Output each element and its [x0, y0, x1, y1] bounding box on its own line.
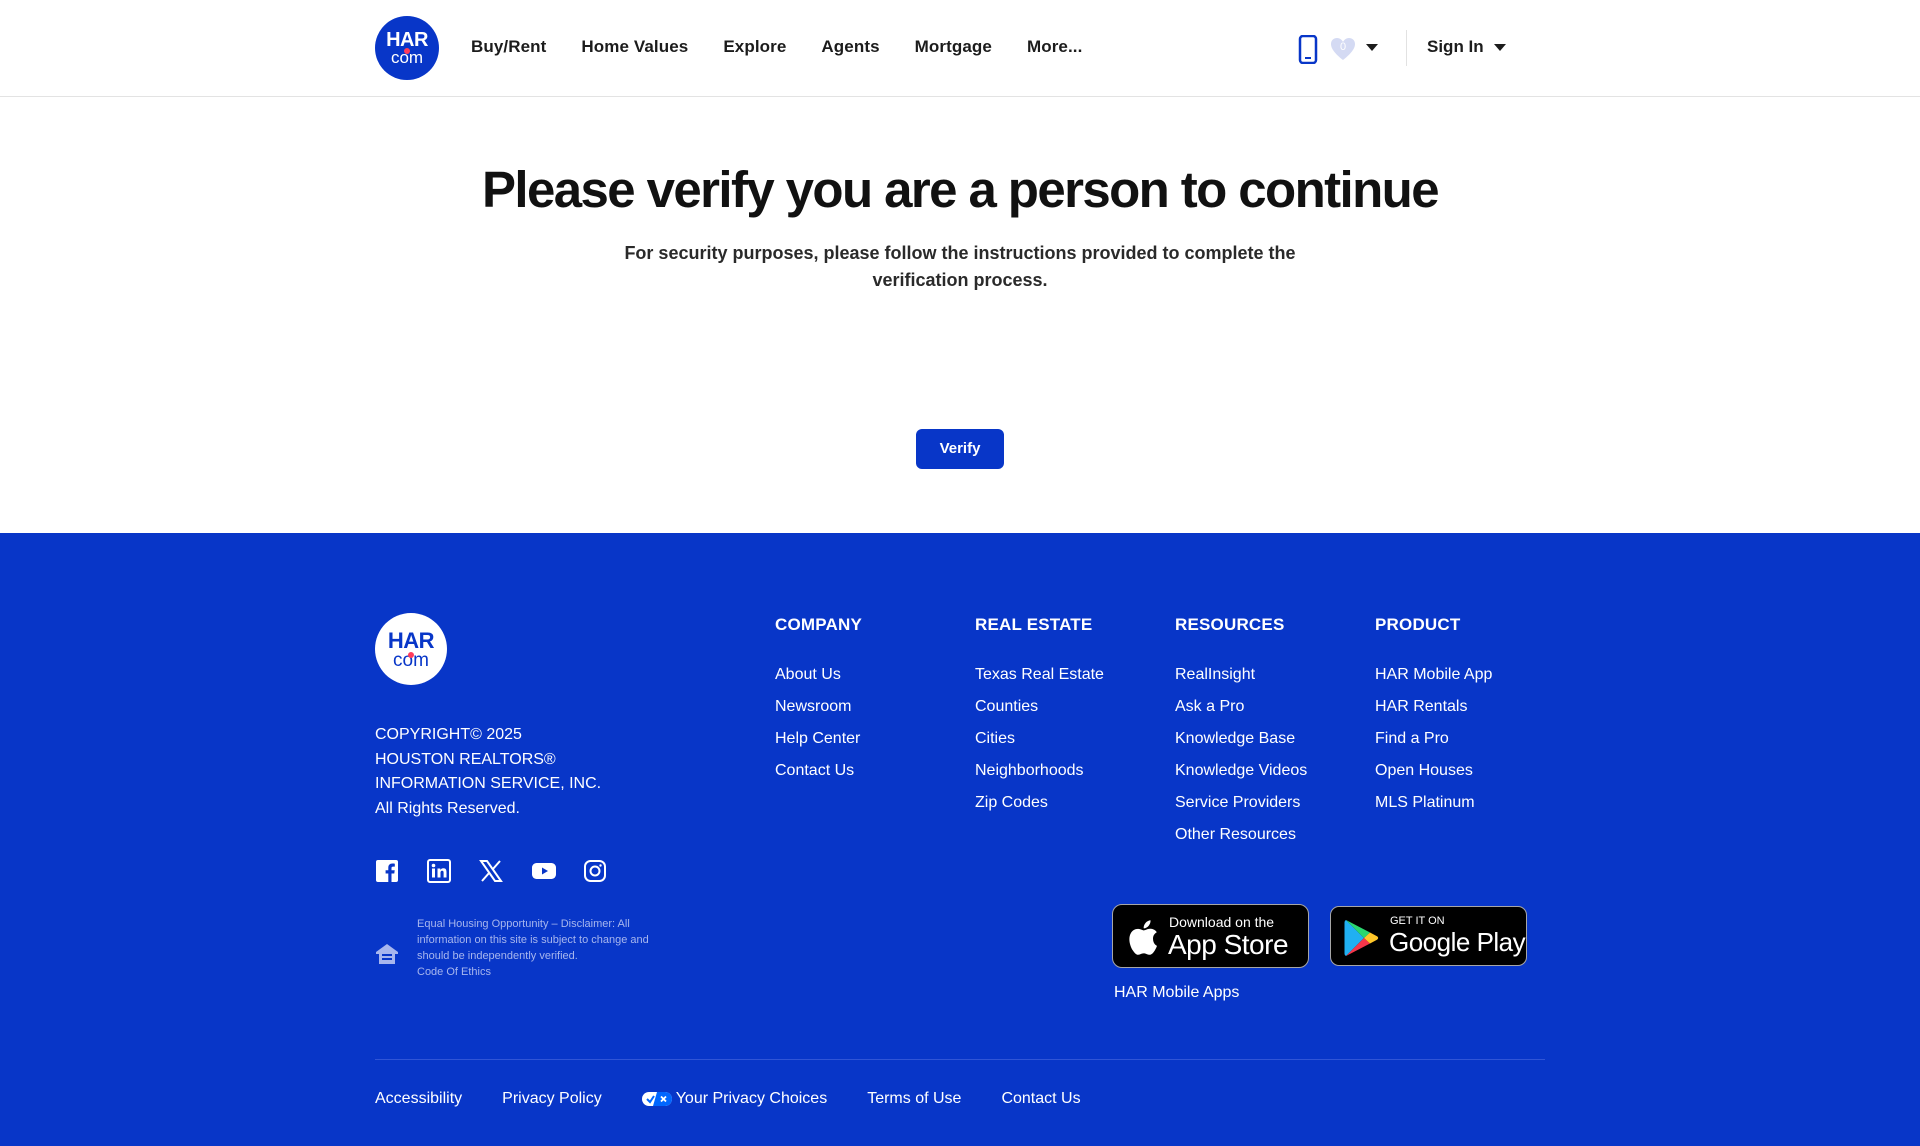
footer-link[interactable]: Texas Real Estate — [975, 659, 1104, 691]
footer-link[interactable]: Find a Pro — [1375, 723, 1492, 755]
youtube-icon[interactable] — [531, 859, 556, 883]
site-footer: HAR com COPYRIGHT© 2025 HOUSTON REALTORS… — [0, 533, 1920, 1146]
main-nav: Buy/Rent Home Values Explore Agents Mort… — [471, 37, 1117, 57]
footer-divider — [375, 1059, 1545, 1060]
instagram-icon[interactable] — [583, 859, 607, 883]
nav-home-values[interactable]: Home Values — [581, 37, 688, 57]
footer-link[interactable]: About Us — [775, 659, 862, 691]
linkedin-icon[interactable] — [427, 859, 451, 883]
privacy-policy-link[interactable]: Privacy Policy — [502, 1090, 602, 1108]
footer-heading: COMPANY — [775, 615, 863, 634]
footer-link[interactable]: Neighborhoods — [975, 755, 1104, 787]
footer-link[interactable]: Open Houses — [1375, 755, 1492, 787]
copyright-line: INFORMATION SERVICE, INC. — [375, 775, 602, 792]
apple-icon — [1129, 920, 1157, 955]
footer-logo-text-top: HAR — [387, 628, 435, 653]
har-mobile-apps-link[interactable]: HAR Mobile Apps — [1114, 984, 1239, 1002]
footer-har-logo[interactable]: HAR com — [375, 613, 447, 685]
footer-column-product: PRODUCT HAR Mobile App HAR Rentals Find … — [1375, 615, 1492, 819]
favorites-count: 0 — [1339, 41, 1347, 53]
footer-link[interactable]: Contact Us — [775, 755, 862, 787]
equal-housing-icon — [376, 944, 398, 964]
facebook-icon[interactable] — [375, 859, 399, 883]
footer-link[interactable]: Ask a Pro — [1175, 691, 1307, 723]
header-divider — [1406, 30, 1407, 66]
app-store-badge[interactable]: Download on the App Store — [1112, 904, 1309, 968]
verify-button[interactable]: Verify — [916, 429, 1004, 469]
footer-link[interactable]: Help Center — [775, 723, 862, 755]
chevron-down-icon[interactable] — [1366, 44, 1378, 51]
logo-dot — [404, 48, 410, 54]
copyright-line: HOUSTON REALTORS® — [375, 750, 556, 768]
footer-column-resources: RESOURCES RealInsight Ask a Pro Knowledg… — [1175, 615, 1307, 851]
copyright-line: COPYRIGHT© 2025 — [375, 726, 522, 743]
har-logo[interactable]: HAR com — [375, 16, 439, 80]
footer-link[interactable]: Zip Codes — [975, 787, 1104, 819]
footer-link[interactable]: HAR Rentals — [1375, 691, 1492, 723]
footer-link[interactable]: HAR Mobile App — [1375, 659, 1492, 691]
code-of-ethics-link[interactable]: Code Of Ethics — [417, 966, 491, 978]
nav-buy-rent[interactable]: Buy/Rent — [471, 37, 546, 57]
accessibility-link[interactable]: Accessibility — [375, 1090, 462, 1108]
page-subtitle: For security purposes, please follow the… — [624, 243, 1296, 290]
x-icon[interactable] — [479, 859, 503, 883]
logo-text-top: HAR — [386, 29, 428, 51]
footer-link[interactable]: Service Providers — [1175, 787, 1307, 819]
footer-heading: PRODUCT — [1375, 615, 1461, 634]
footer-link[interactable]: Newsroom — [775, 691, 862, 723]
site-header: HAR com Buy/Rent Home Values Explore Age… — [0, 0, 1920, 97]
nav-explore[interactable]: Explore — [723, 37, 786, 57]
privacy-choices-link[interactable]: Your Privacy Choices — [641, 1090, 828, 1108]
footer-heading: REAL ESTATE — [975, 615, 1093, 634]
footer-logo-dot — [408, 652, 414, 658]
footer-heading: RESOURCES — [1175, 615, 1285, 634]
google-play-badge[interactable]: GET IT ON Google Play — [1330, 906, 1527, 966]
privacy-choices-icon — [641, 1092, 672, 1106]
nav-mortgage[interactable]: Mortgage — [915, 37, 992, 57]
google-play-icon — [1344, 920, 1379, 956]
google-play-small-text: GET IT ON — [1390, 915, 1445, 927]
app-store-big-text: App Store — [1168, 929, 1289, 960]
disclaimer-text: Equal Housing Opportunity – Disclaimer: … — [417, 918, 649, 962]
google-play-big-text: Google Play — [1389, 927, 1526, 957]
footer-link[interactable]: Knowledge Videos — [1175, 755, 1307, 787]
footer-link[interactable]: Other Resources — [1175, 819, 1307, 851]
page-title: Please verify you are a person to contin… — [482, 161, 1440, 218]
footer-column-real-estate: REAL ESTATE Texas Real Estate Counties C… — [975, 615, 1104, 819]
app-store-small-text: Download on the — [1169, 914, 1275, 930]
privacy-choices-label: Your Privacy Choices — [675, 1090, 828, 1107]
footer-link[interactable]: Counties — [975, 691, 1104, 723]
nav-more[interactable]: More... — [1027, 37, 1083, 57]
footer-column-company: COMPANY About Us Newsroom Help Center Co… — [775, 615, 862, 787]
sign-in-button[interactable]: Sign In — [1427, 37, 1484, 57]
footer-link[interactable]: Cities — [975, 723, 1104, 755]
mobile-phone-icon[interactable] — [1298, 35, 1318, 64]
footer-link[interactable]: MLS Platinum — [1375, 787, 1492, 819]
contact-us-link[interactable]: Contact Us — [1001, 1090, 1080, 1108]
copyright: COPYRIGHT© 2025 HOUSTON REALTORS® INFORM… — [375, 723, 635, 821]
copyright-line: All Rights Reserved. — [375, 799, 520, 817]
footer-link[interactable]: Knowledge Base — [1175, 723, 1307, 755]
footer-link[interactable]: RealInsight — [1175, 659, 1307, 691]
footer-bottom-links: Accessibility Privacy Policy Your Privac… — [375, 1090, 1121, 1108]
nav-agents[interactable]: Agents — [821, 37, 879, 57]
signin-chevron-down-icon[interactable] — [1494, 44, 1506, 51]
terms-of-use-link[interactable]: Terms of Use — [867, 1090, 961, 1108]
social-links — [375, 859, 635, 883]
